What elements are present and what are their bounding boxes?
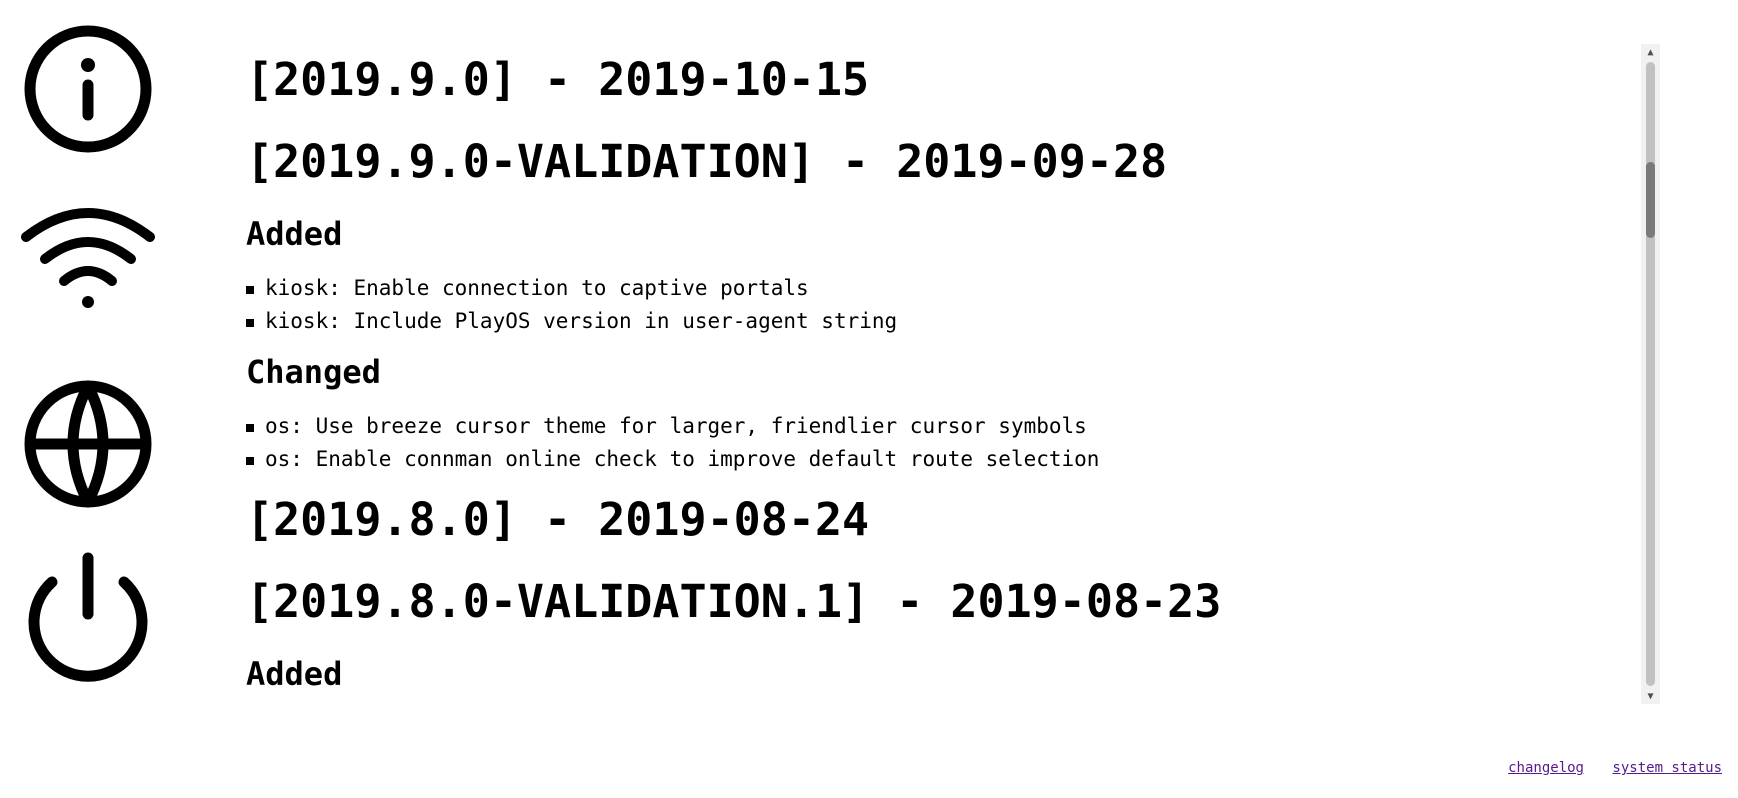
section-heading: Added <box>246 655 343 693</box>
section-heading: Changed <box>246 353 381 391</box>
changelog-link[interactable]: changelog <box>1508 760 1584 776</box>
power-icon <box>28 552 148 682</box>
nav-power-button[interactable] <box>18 552 158 692</box>
scroll-up-arrow-icon[interactable]: ▲ <box>1641 44 1660 60</box>
change-list: os: Use breeze cursor theme for larger, … <box>246 410 1626 476</box>
globe-icon <box>24 380 152 508</box>
sidebar-nav <box>0 0 180 720</box>
change-list: kiosk: Enable connection to captive port… <box>246 272 1626 338</box>
system-status-link[interactable]: system status <box>1612 760 1722 776</box>
nav-network-button[interactable] <box>18 374 158 514</box>
scroll-down-arrow-icon[interactable]: ▼ <box>1641 688 1660 704</box>
nav-wifi-button[interactable] <box>18 197 158 337</box>
release-heading: [2019.9.0] - 2019-10-15 <box>246 53 870 106</box>
wifi-icon <box>21 208 155 308</box>
list-item: kiosk: Enable connection to captive port… <box>246 272 1626 305</box>
release-heading: [2019.8.0-VALIDATION.1] - 2019-08-23 <box>246 575 1222 628</box>
footer-links: changelog system status <box>1488 760 1722 776</box>
scroll-thumb[interactable] <box>1646 162 1655 238</box>
list-item: os: Enable connman online check to impro… <box>246 443 1626 476</box>
list-item: os: Use breeze cursor theme for larger, … <box>246 410 1626 443</box>
changelog-panel: [2019.9.0] - 2019-10-15 [2019.9.0-VALIDA… <box>222 44 1662 704</box>
release-heading: [2019.9.0-VALIDATION] - 2019-09-28 <box>246 135 1168 188</box>
list-item: kiosk: Include PlayOS version in user-ag… <box>246 305 1626 338</box>
nav-info-button[interactable] <box>18 19 158 159</box>
info-icon <box>24 25 152 153</box>
changelog-content: [2019.9.0] - 2019-10-15 [2019.9.0-VALIDA… <box>246 44 1626 704</box>
section-heading: Added <box>246 215 343 253</box>
content-scrollbar[interactable]: ▲ ▼ <box>1641 44 1660 704</box>
release-heading: [2019.8.0] - 2019-08-24 <box>246 493 870 546</box>
scroll-track[interactable] <box>1646 62 1655 686</box>
